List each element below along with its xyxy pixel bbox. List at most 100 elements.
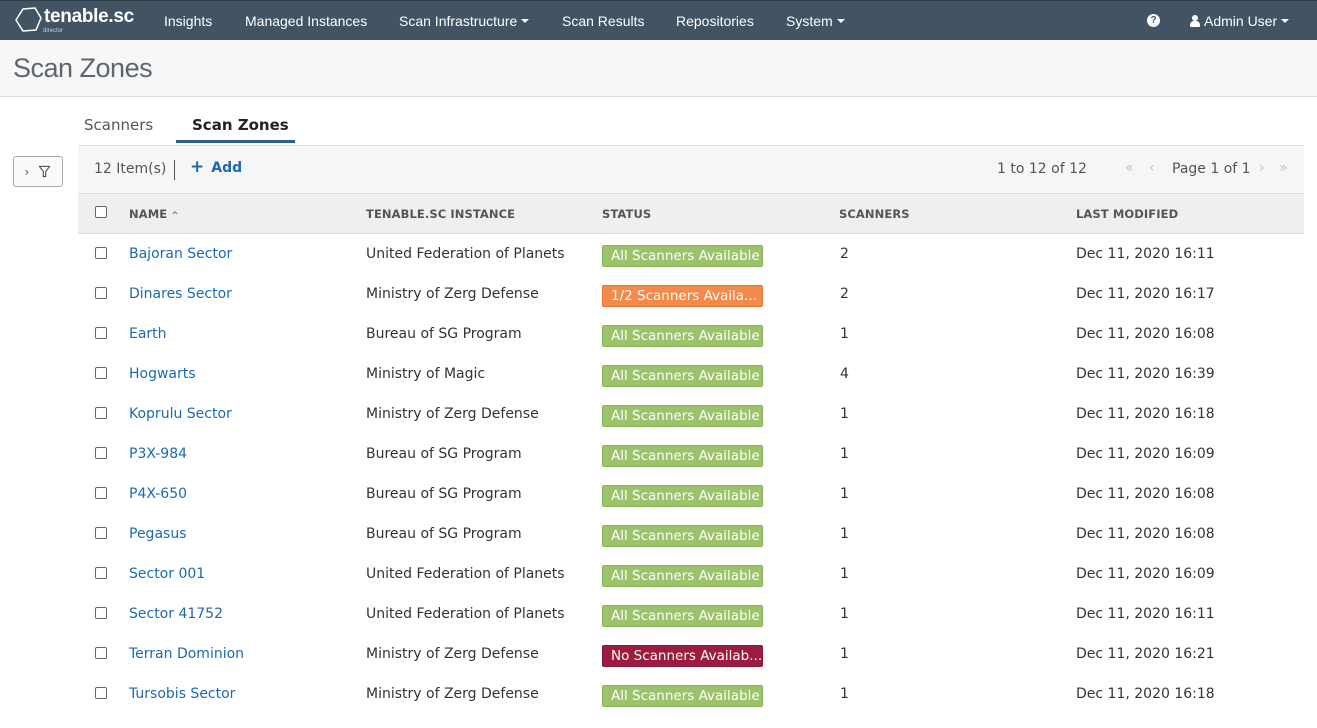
last-modified-cell: Dec 11, 2020 16:17 xyxy=(1076,286,1215,302)
last-modified-cell: Dec 11, 2020 16:11 xyxy=(1076,246,1215,262)
instance-cell: Ministry of Magic xyxy=(366,366,486,382)
prev-page-icon[interactable]: ‹ xyxy=(1149,160,1155,176)
row-checkbox[interactable] xyxy=(95,487,107,499)
row-checkbox[interactable] xyxy=(95,407,107,419)
zone-name-link[interactable]: Hogwarts xyxy=(129,366,196,382)
zone-name-link[interactable]: Koprulu Sector xyxy=(129,406,232,422)
zone-name-link[interactable]: P3X-984 xyxy=(129,446,187,462)
item-count: 12 Item(s) xyxy=(94,161,167,177)
zone-name-link[interactable]: Bajoran Sector xyxy=(129,246,232,262)
row-checkbox[interactable] xyxy=(95,327,107,339)
table-row[interactable]: Tursobis Sector Ministry of Zerg Defense A… xyxy=(78,675,1304,715)
last-page-icon[interactable]: » xyxy=(1279,160,1288,176)
caret-down-icon xyxy=(521,19,530,24)
column-header-name[interactable]: NAME ^ xyxy=(129,207,179,221)
table-row[interactable]: Dinares Sector Ministry of Zerg Defense 1/… xyxy=(78,275,1304,315)
select-all-checkbox[interactable] xyxy=(95,206,107,218)
tab-scanners[interactable]: Scanners xyxy=(84,110,153,145)
status-badge: No Scanners Availab... xyxy=(602,645,763,667)
column-header-last-modified[interactable]: LAST MODIFIED xyxy=(1076,207,1178,221)
last-modified-cell: Dec 11, 2020 16:08 xyxy=(1076,486,1215,502)
user-menu[interactable]: Admin User xyxy=(1190,1,1290,41)
nav-scan-infrastructure[interactable]: Scan Infrastructure xyxy=(399,1,530,41)
instance-cell: United Federation of Planets xyxy=(366,246,565,262)
last-modified-cell: Dec 11, 2020 16:39 xyxy=(1076,366,1215,382)
sort-ascending-icon: ^ xyxy=(171,211,179,221)
scanners-count: 1 xyxy=(840,326,849,342)
caret-down-icon xyxy=(1281,19,1290,24)
page-indicator: Page 1 of 1 xyxy=(1172,161,1251,177)
first-page-icon[interactable]: « xyxy=(1125,160,1134,176)
instance-cell: Bureau of SG Program xyxy=(366,486,522,502)
table-row[interactable]: Earth Bureau of SG Program All Scanners Av… xyxy=(78,315,1304,355)
zone-name-link[interactable]: Terran Dominion xyxy=(129,646,244,662)
user-icon xyxy=(1190,14,1200,27)
last-modified-cell: Dec 11, 2020 16:11 xyxy=(1076,606,1215,622)
instance-cell: Bureau of SG Program xyxy=(366,526,522,542)
row-checkbox[interactable] xyxy=(95,247,107,259)
status-badge: All Scanners Available xyxy=(602,565,763,587)
table-row[interactable]: Terran Dominion Ministry of Zerg Defense N… xyxy=(78,635,1304,675)
status-badge: All Scanners Available xyxy=(602,525,763,547)
filter-panel-toggle[interactable]: › xyxy=(13,156,63,187)
tenable-logo[interactable]: tenable.sc director xyxy=(14,6,134,34)
row-checkbox[interactable] xyxy=(95,287,107,299)
scanners-count: 1 xyxy=(840,446,849,462)
table-row[interactable]: Pegasus Bureau of SG Program All Scanners … xyxy=(78,515,1304,555)
table-row[interactable]: Sector 001 United Federation of Planets Al… xyxy=(78,555,1304,595)
row-checkbox[interactable] xyxy=(95,687,107,699)
instance-cell: Ministry of Zerg Defense xyxy=(366,286,539,302)
table-row[interactable]: P3X-984 Bureau of SG Program All Scanners … xyxy=(78,435,1304,475)
column-header-scanners[interactable]: SCANNERS xyxy=(839,207,910,221)
logo-subtitle: director xyxy=(43,28,64,34)
next-page-icon[interactable]: › xyxy=(1259,160,1265,176)
column-header-status[interactable]: STATUS xyxy=(602,207,651,221)
scanners-count: 4 xyxy=(840,366,849,382)
row-checkbox[interactable] xyxy=(95,647,107,659)
instance-cell: Ministry of Zerg Defense xyxy=(366,406,539,422)
row-checkbox[interactable] xyxy=(95,567,107,579)
nav-repositories[interactable]: Repositories xyxy=(676,1,754,41)
row-checkbox[interactable] xyxy=(95,527,107,539)
list-toolbar: 12 Item(s) + Add 1 to 12 of 12 « ‹ Page 1… xyxy=(78,145,1304,193)
nav-label: Scan Results xyxy=(562,13,645,29)
nav-managed-instances[interactable]: Managed Instances xyxy=(245,1,367,41)
table-row[interactable]: Bajoran Sector United Federation of Plane… xyxy=(78,235,1304,275)
zone-name-link[interactable]: Tursobis Sector xyxy=(129,686,235,702)
nav-label: Managed Instances xyxy=(245,13,368,29)
add-button[interactable]: + Add xyxy=(190,157,243,177)
last-modified-cell: Dec 11, 2020 16:18 xyxy=(1076,686,1215,702)
row-checkbox[interactable] xyxy=(95,367,107,379)
nav-insights[interactable]: Insights xyxy=(164,1,212,41)
toolbar-divider xyxy=(174,160,175,180)
zone-name-link[interactable]: Earth xyxy=(129,326,167,342)
last-modified-cell: Dec 11, 2020 16:18 xyxy=(1076,406,1215,422)
zone-name-link[interactable]: Dinares Sector xyxy=(129,286,232,302)
zone-name-link[interactable]: Sector 41752 xyxy=(129,606,223,622)
table-row[interactable]: Koprulu Sector Ministry of Zerg Defense Al… xyxy=(78,395,1304,435)
row-checkbox[interactable] xyxy=(95,607,107,619)
chevron-right-icon: › xyxy=(24,164,30,179)
table-row[interactable]: Sector 41752 United Federation of Planets… xyxy=(78,595,1304,635)
scanners-count: 1 xyxy=(840,406,849,422)
zone-name-link[interactable]: Pegasus xyxy=(129,526,186,542)
table-row[interactable]: Hogwarts Ministry of Magic All Scanners Av… xyxy=(78,355,1304,395)
add-label: Add xyxy=(211,160,243,176)
nav-label: Repositories xyxy=(676,13,754,29)
zone-name-link[interactable]: Sector 001 xyxy=(129,566,205,582)
row-checkbox[interactable] xyxy=(95,447,107,459)
help-icon[interactable]: ? xyxy=(1147,14,1160,27)
last-modified-cell: Dec 11, 2020 16:09 xyxy=(1076,566,1215,582)
nav-scan-results[interactable]: Scan Results xyxy=(562,1,644,41)
zone-name-link[interactable]: P4X-650 xyxy=(129,486,187,502)
plus-icon: + xyxy=(190,157,205,177)
nav-system[interactable]: System xyxy=(786,1,845,41)
scanners-count: 1 xyxy=(840,566,849,582)
instance-cell: Ministry of Zerg Defense xyxy=(366,646,539,662)
scanners-count: 1 xyxy=(840,606,849,622)
status-badge: All Scanners Available xyxy=(602,605,763,627)
logo-text: tenable.sc xyxy=(44,6,134,27)
scanners-count: 1 xyxy=(840,526,849,542)
table-row[interactable]: P4X-650 Bureau of SG Program All Scanners … xyxy=(78,475,1304,515)
column-header-instance[interactable]: TENABLE.SC INSTANCE xyxy=(366,207,515,221)
